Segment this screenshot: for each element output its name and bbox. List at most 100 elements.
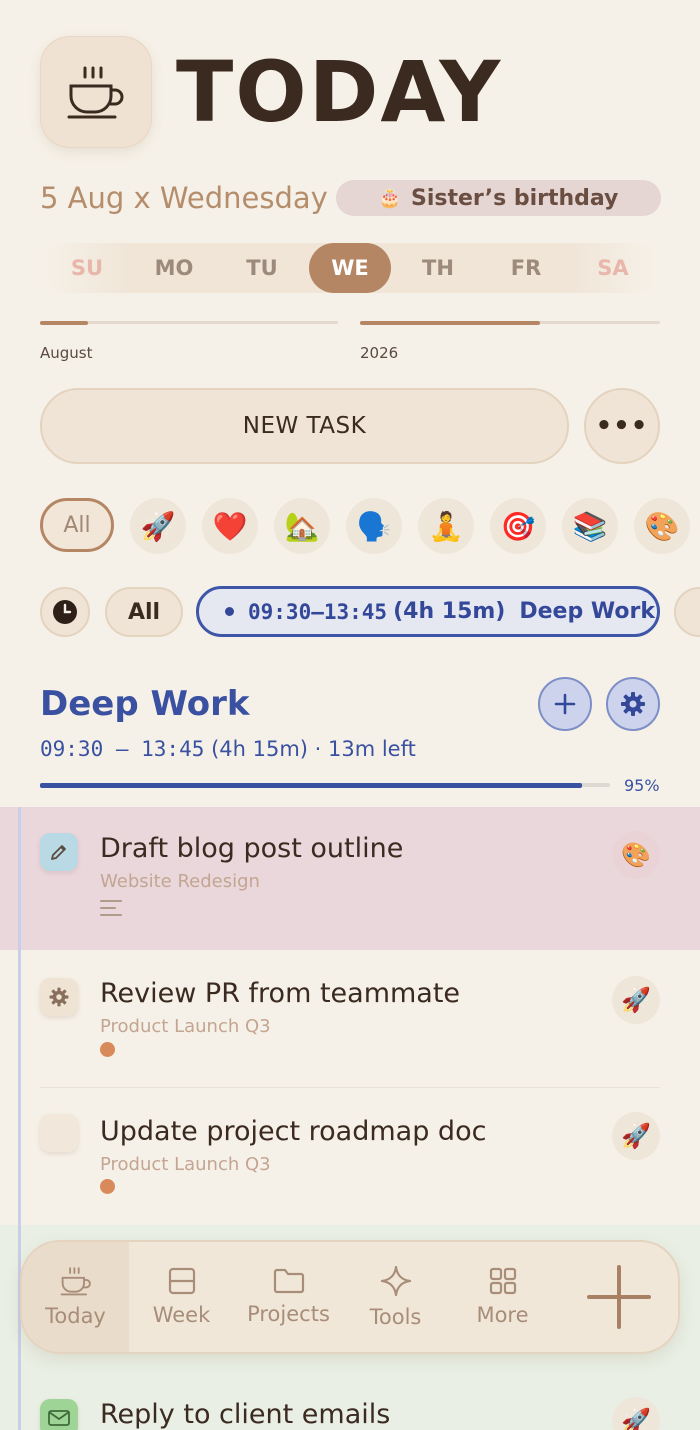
heart-icon: ❤️ — [212, 509, 248, 543]
task-checkbox[interactable] — [40, 978, 78, 1016]
task-title: Update project roadmap doc — [100, 1116, 487, 1147]
task-title: Reply to client emails — [100, 1399, 391, 1430]
category-target-button[interactable]: 🎯 — [490, 498, 546, 554]
house-icon: 🏡 — [284, 509, 320, 543]
timeline-rail — [18, 950, 21, 1088]
category-rocket-button[interactable]: 🚀 — [130, 498, 186, 554]
year-progress-fill — [360, 320, 540, 325]
section-time: 09:30 — 13:45 — [40, 737, 205, 761]
task-category-tag[interactable]: 🚀 — [612, 976, 660, 1024]
category-all-button[interactable]: All — [40, 498, 114, 552]
active-dot — [225, 607, 234, 616]
year-progress — [360, 320, 660, 325]
cake-icon: 🎂 — [378, 187, 402, 209]
block-progress-bar — [40, 782, 610, 788]
section-detail: (4h 15m) · 13m left — [211, 737, 416, 761]
block-settings-button[interactable] — [606, 677, 660, 731]
category-house-button[interactable]: 🏡 — [274, 498, 330, 554]
time-block-chip-deep-work[interactable]: 09:30–13:45 (4h 15m) Deep Work — [196, 586, 660, 637]
time-block-chip-next[interactable] — [674, 587, 700, 637]
add-to-block-button[interactable] — [538, 677, 592, 731]
palette-icon: 🎨 — [621, 841, 651, 869]
category-palette-button[interactable]: 🎨 — [634, 498, 690, 554]
block-name: Deep Work — [519, 599, 655, 624]
sparkle-icon — [380, 1265, 411, 1297]
task-row[interactable]: Review PR from teammate Product Launch Q… — [0, 950, 700, 1088]
task-project: Product Launch Q3 — [100, 1154, 271, 1175]
nav-today[interactable]: Today — [22, 1242, 129, 1352]
time-filter-all-button[interactable]: All — [105, 587, 183, 637]
day-tuesday[interactable]: TU — [221, 243, 303, 293]
more-options-button[interactable]: ••• — [584, 388, 660, 464]
week-grid-icon — [168, 1267, 195, 1295]
add-button[interactable] — [582, 1262, 656, 1332]
nav-week-label: Week — [152, 1303, 211, 1327]
day-friday[interactable]: FR — [485, 243, 567, 293]
block-progress-percent: 95% — [624, 776, 660, 795]
timeline-rail — [18, 1375, 21, 1430]
books-icon: 📚 — [572, 509, 608, 543]
block-progress-fill — [40, 782, 582, 788]
task-category-tag[interactable]: 🚀 — [612, 1112, 660, 1160]
timeline-rail — [18, 807, 21, 950]
coffee-cup-icon — [67, 66, 124, 119]
day-monday[interactable]: MO — [133, 243, 215, 293]
task-row[interactable]: Draft blog post outline Website Redesign… — [0, 807, 700, 950]
rocket-icon: 🚀 — [621, 986, 651, 1014]
month-progress — [40, 320, 338, 325]
page-title: TODAY — [176, 43, 503, 141]
target-icon: 🎯 — [500, 509, 536, 543]
time-filter-clock-button[interactable] — [40, 587, 90, 637]
task-checkbox[interactable] — [40, 1399, 78, 1430]
gear-icon — [49, 987, 69, 1007]
section-title: Deep Work — [40, 684, 250, 724]
priority-dot — [100, 1179, 115, 1194]
category-speaking-button[interactable]: 🗣️ — [346, 498, 402, 554]
nav-tools[interactable]: Tools — [342, 1242, 449, 1352]
month-progress-fill — [40, 320, 88, 325]
folder-icon — [273, 1268, 304, 1294]
event-label: Sister’s birthday — [411, 185, 619, 211]
task-project: Website Redesign — [100, 871, 260, 892]
pencil-icon — [51, 845, 66, 860]
mail-icon — [48, 1410, 70, 1426]
category-heart-button[interactable]: ❤️ — [202, 498, 258, 554]
app-logo — [40, 36, 152, 148]
task-checkbox[interactable] — [40, 833, 78, 871]
speaking-head-icon: 🗣️ — [356, 509, 392, 543]
day-sunday[interactable]: SU — [46, 243, 128, 293]
category-yoga-button[interactable]: 🧘 — [418, 498, 474, 554]
notes-icon — [100, 900, 122, 916]
task-checkbox[interactable] — [40, 1114, 78, 1152]
timeline-rail — [18, 1088, 21, 1225]
date-line: 5 Aug x Wednesday — [40, 181, 328, 215]
plus-icon — [554, 693, 576, 715]
rocket-icon: 🚀 — [621, 1407, 651, 1430]
nav-today-label: Today — [45, 1304, 106, 1328]
day-wednesday[interactable]: WE — [309, 243, 391, 293]
gear-icon — [621, 692, 645, 716]
nav-tools-label: Tools — [369, 1305, 422, 1329]
task-category-tag[interactable]: 🚀 — [612, 1397, 660, 1430]
nav-more[interactable]: More — [449, 1242, 556, 1352]
apps-grid-icon — [489, 1267, 516, 1295]
day-thursday[interactable]: TH — [397, 243, 479, 293]
event-badge[interactable]: 🎂 Sister’s birthday — [336, 180, 661, 216]
rocket-icon: 🚀 — [621, 1122, 651, 1150]
task-category-tag[interactable]: 🎨 — [612, 831, 660, 879]
section-time-range: 09:30 — 13:45 (4h 15m) · 13m left — [40, 737, 416, 761]
new-task-button[interactable]: NEW TASK — [40, 388, 569, 464]
plus-icon — [587, 1265, 651, 1329]
task-row[interactable]: Reply to client emails 🚀 — [0, 1375, 700, 1430]
nav-week[interactable]: Week — [128, 1242, 235, 1352]
clock-icon — [53, 600, 77, 624]
category-books-button[interactable]: 📚 — [562, 498, 618, 554]
nav-projects-label: Projects — [247, 1302, 330, 1326]
nav-more-label: More — [476, 1303, 529, 1327]
nav-projects[interactable]: Projects — [235, 1242, 342, 1352]
day-saturday[interactable]: SA — [572, 243, 654, 293]
block-duration: (4h 15m) — [393, 599, 506, 624]
task-title: Review PR from teammate — [100, 978, 461, 1009]
task-project: Product Launch Q3 — [100, 1016, 271, 1037]
task-row[interactable]: Update project roadmap doc Product Launc… — [0, 1088, 700, 1225]
